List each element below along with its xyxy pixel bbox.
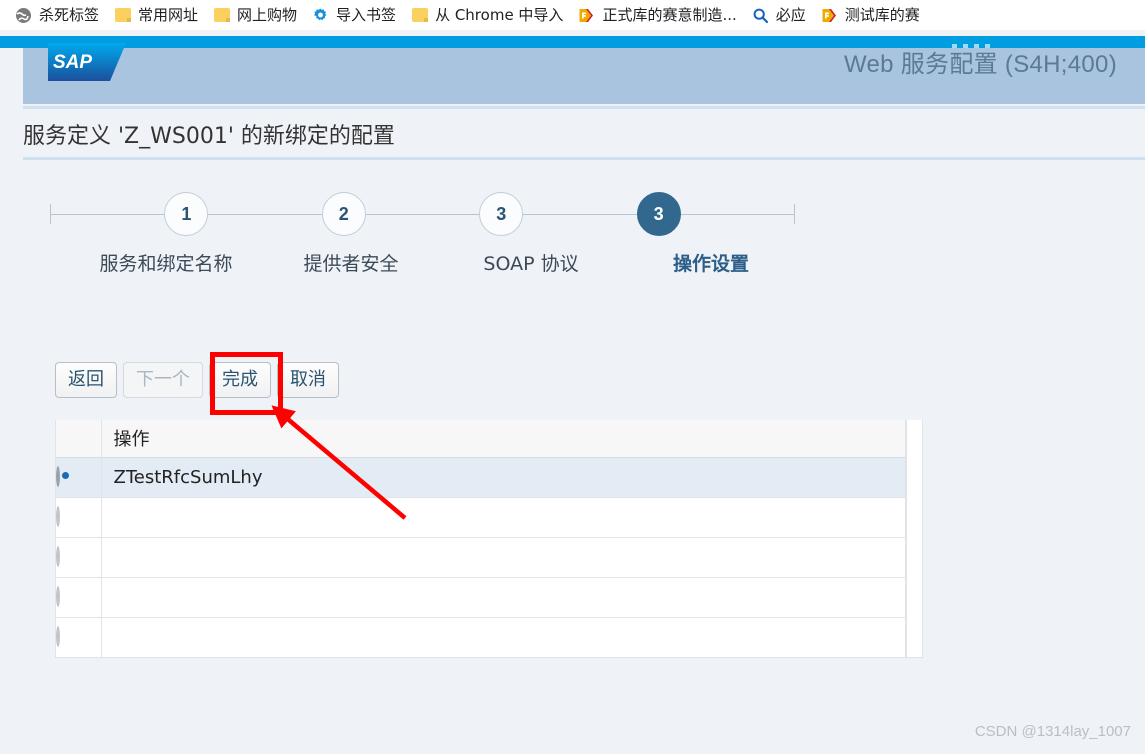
folder-icon	[411, 7, 428, 24]
roadmap-step-1-label[interactable]: 服务和绑定名称	[99, 249, 232, 276]
bookmark-label: 杀死标签	[39, 5, 100, 24]
table-row[interactable]	[56, 577, 906, 618]
bookmark-item-production-saiyi[interactable]: 正式库的赛意制造...	[576, 2, 743, 28]
back-button[interactable]: 返回	[55, 362, 117, 398]
row-select-cell[interactable]	[56, 617, 102, 657]
radio-button[interactable]	[56, 626, 60, 648]
finish-button[interactable]: 完成	[209, 362, 271, 398]
browser-bookmark-bar: 杀死标签 常用网址 网上购物 导入书签 从 Chrome 中导入 正式库的赛意制…	[0, 0, 1145, 30]
folder-icon	[114, 7, 131, 24]
bookmark-label: 必应	[775, 5, 806, 24]
operations-table: 操作 ZTestRfcSumLhy	[56, 420, 906, 657]
bookmark-item-online-shopping[interactable]: 网上购物	[211, 2, 304, 28]
bookmark-item-common-sites[interactable]: 常用网址	[112, 2, 205, 28]
row-select-cell[interactable]	[56, 497, 102, 538]
cancel-button[interactable]: 取消	[277, 362, 339, 398]
operation-name	[102, 587, 114, 608]
bookmark-label: 导入书签	[336, 5, 397, 24]
row-select-cell[interactable]	[56, 537, 102, 578]
sap-b1-icon	[578, 7, 595, 24]
title-divider-top	[23, 106, 1145, 109]
bookmark-label: 常用网址	[138, 5, 199, 24]
gear-icon	[312, 7, 329, 24]
bookmark-label: 从 Chrome 中导入	[435, 5, 564, 24]
bookmark-item-kill-tabs[interactable]: 杀死标签	[13, 2, 106, 28]
radio-button-selected[interactable]	[56, 466, 60, 487]
operation-name: ZTestRfcSumLhy	[113, 466, 263, 488]
radio-button[interactable]	[56, 506, 60, 527]
bookmark-label: 网上购物	[237, 5, 298, 24]
page-title: 服务定义 'Z_WS001' 的新绑定的配置	[23, 124, 395, 149]
roadmap-connector	[51, 213, 165, 215]
bookmark-item-import-bookmarks[interactable]: 导入书签	[310, 2, 403, 28]
row-operation-cell[interactable]	[101, 537, 906, 578]
table-vertical-scrollbar[interactable]	[905, 420, 922, 657]
bookmark-label: 测试库的赛	[844, 5, 920, 24]
roadmap-step-3-label[interactable]: SOAP 协议	[483, 249, 578, 276]
column-header-select	[56, 420, 102, 458]
wizard-roadmap: 1 2 3 3 服务和绑定名称 提供者安全 SOAP 协议 操作设置	[23, 185, 1145, 300]
bookmark-item-bing[interactable]: 必应	[750, 2, 813, 28]
roadmap-step-3-circle[interactable]: 3	[479, 192, 524, 236]
search-icon	[752, 7, 769, 24]
roadmap-step-1-circle[interactable]: 1	[164, 192, 209, 236]
table-row[interactable]	[56, 617, 906, 657]
table-row[interactable]	[56, 497, 906, 538]
svg-text:SAP: SAP	[53, 52, 92, 73]
bookmark-label: 正式库的赛意制造...	[602, 5, 737, 24]
sap-web-service-config-app: SAP Web 服务配置 (S4H;400) 服务定义 'Z_WS001' 的新…	[0, 30, 1145, 754]
radio-button[interactable]	[56, 546, 60, 567]
row-operation-cell[interactable]	[101, 577, 906, 618]
operation-name	[102, 547, 114, 568]
next-button[interactable]: 下一个	[123, 362, 203, 398]
operation-name	[102, 507, 114, 528]
roadmap-step-4-label[interactable]: 操作设置	[673, 249, 749, 276]
row-operation-cell[interactable]	[101, 617, 906, 657]
roadmap-connector	[680, 213, 795, 215]
table-header-row: 操作	[56, 420, 906, 458]
row-operation-cell[interactable]: ZTestRfcSumLhy	[101, 457, 906, 498]
roadmap-connector	[208, 213, 322, 215]
folder-icon	[213, 7, 230, 24]
sap-logo: SAP	[48, 43, 126, 81]
roadmap-end-cap	[794, 204, 796, 224]
roadmap-connector	[365, 213, 480, 215]
wizard-button-bar: 返回 下一个 完成 取消	[55, 362, 339, 398]
bookmark-item-import-from-chrome[interactable]: 从 Chrome 中导入	[409, 2, 570, 28]
title-divider-bottom	[23, 157, 1145, 160]
app-header-title: Web 服务配置 (S4H;400)	[843, 51, 1117, 78]
roadmap-step-4-circle[interactable]: 3	[636, 192, 681, 236]
table-row[interactable]	[56, 537, 906, 578]
roadmap-step-2-label[interactable]: 提供者安全	[303, 249, 398, 276]
bookmark-item-test-saiyi[interactable]: 测试库的赛	[819, 2, 927, 28]
sap-b1-icon	[821, 7, 838, 24]
operations-table-container: 操作 ZTestRfcSumLhy	[55, 420, 923, 658]
column-header-operation: 操作	[113, 429, 150, 451]
roadmap-connector	[523, 213, 637, 215]
roadmap-track: 1 2 3 3	[50, 185, 796, 243]
table-row[interactable]: ZTestRfcSumLhy	[56, 457, 906, 498]
row-select-cell[interactable]	[56, 457, 102, 498]
row-operation-cell[interactable]	[101, 497, 906, 538]
csdn-watermark: CSDN @1314lay_1007	[974, 723, 1131, 740]
roadmap-step-2-circle[interactable]: 2	[321, 192, 366, 236]
radio-button[interactable]	[56, 586, 60, 607]
operation-name	[102, 627, 114, 648]
globe-icon	[15, 7, 32, 24]
row-select-cell[interactable]	[56, 577, 102, 618]
